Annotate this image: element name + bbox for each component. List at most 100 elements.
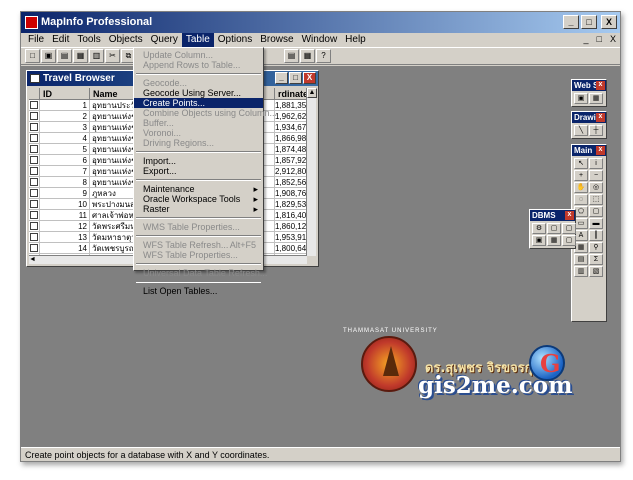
cell-coordinate-y[interactable]: 1,962,625.31 — [275, 111, 307, 121]
mdi-minimize-button[interactable]: _ — [584, 34, 589, 44]
cut-icon[interactable]: ✂ — [105, 49, 120, 63]
cell-id[interactable]: 9 — [40, 188, 90, 198]
row-select-checkbox[interactable] — [29, 100, 40, 110]
row-select-checkbox[interactable] — [29, 243, 40, 253]
cell-coordinate-y[interactable]: 1,800,644.21 — [275, 243, 307, 253]
show-statistics-icon[interactable]: ▧ — [589, 266, 603, 277]
title-bar[interactable]: MapInfo Professional _ □ X — [21, 12, 620, 33]
menu-table[interactable]: Table — [181, 33, 214, 47]
grabber-icon[interactable]: ✋ — [574, 182, 588, 193]
open-dbms-icon[interactable]: ▤ — [57, 49, 72, 63]
print-icon[interactable]: ▥ — [89, 49, 104, 63]
cell-id[interactable]: 13 — [40, 232, 90, 242]
connect-dbms-icon[interactable]: ⚙ — [532, 223, 546, 234]
row-select-checkbox[interactable] — [29, 210, 40, 220]
open-icon[interactable]: ▣ — [41, 49, 56, 63]
info-icon[interactable]: i — [589, 158, 603, 169]
cell-id[interactable]: 14 — [40, 243, 90, 253]
cell-coordinate-y[interactable]: 1,866,985.55 — [275, 133, 307, 143]
menu-item-oracle-workspace-tools[interactable]: Oracle Workspace Tools ▸ — [134, 194, 263, 204]
cell-coordinate-y[interactable]: 1,860,129.11 — [275, 221, 307, 231]
menu-query[interactable]: Query — [147, 33, 182, 47]
dbms-open-icon[interactable]: ▣ — [532, 235, 546, 246]
menu-item-import[interactable]: Import... — [134, 156, 263, 166]
ruler-icon[interactable]: ┃ — [589, 230, 603, 241]
cell-id[interactable]: 10 — [40, 199, 90, 209]
browser-maximize-button[interactable]: □ — [289, 72, 302, 84]
polyline-tool-icon[interactable]: ┼ — [589, 125, 603, 136]
hotlink-icon[interactable]: ⚲ — [589, 242, 603, 253]
row-select-checkbox[interactable] — [29, 221, 40, 231]
palette-close-icon[interactable]: x — [596, 146, 605, 155]
row-select-checkbox[interactable] — [29, 166, 40, 176]
menu-tools[interactable]: Tools — [73, 33, 104, 47]
wfs-icon[interactable]: ▦ — [589, 93, 603, 104]
palette-close-icon[interactable]: x — [596, 113, 605, 122]
scroll-up-icon[interactable]: ▲ — [307, 88, 317, 98]
cell-id[interactable]: 7 — [40, 166, 90, 176]
menu-item-maintenance[interactable]: Maintenance ▸ — [134, 184, 263, 194]
row-select-checkbox[interactable] — [29, 199, 40, 209]
cell-coordinate-y[interactable]: 1,816,408.44 — [275, 210, 307, 220]
menu-item-list-open-tables[interactable]: List Open Tables... — [134, 286, 263, 296]
menu-help[interactable]: Help — [341, 33, 370, 47]
palette-close-icon[interactable]: x — [565, 211, 574, 220]
cell-id[interactable]: 1 — [40, 100, 90, 110]
wms-icon[interactable]: ▣ — [574, 93, 588, 104]
cell-coordinate-y[interactable]: 1,857,921.9 — [275, 155, 307, 165]
zoom-in-icon[interactable]: + — [574, 170, 588, 181]
cell-coordinate-y[interactable]: 1,908,763.54 — [275, 188, 307, 198]
cell-id[interactable]: 2 — [40, 111, 90, 121]
mdi-restore-button[interactable]: □ — [597, 34, 602, 44]
row-select-checkbox[interactable] — [29, 111, 40, 121]
cell-id[interactable]: 5 — [40, 144, 90, 154]
radius-select-icon[interactable]: ◌ — [574, 194, 588, 205]
palette-close-icon[interactable]: x — [596, 81, 605, 90]
cell-coordinate-y[interactable]: 1,829,535.78 — [275, 199, 307, 209]
help-icon[interactable]: ? — [316, 49, 331, 63]
cell-coordinate-y[interactable]: 1,881,359.52 — [275, 100, 307, 110]
drag-map-icon[interactable]: ▦ — [574, 242, 588, 253]
row-select-checkbox[interactable] — [29, 232, 40, 242]
maximize-button[interactable]: □ — [581, 15, 597, 29]
menu-objects[interactable]: Objects — [105, 33, 147, 47]
row-select-checkbox[interactable] — [29, 188, 40, 198]
menu-item-export[interactable]: Export... — [134, 166, 263, 176]
mdi-close-button[interactable]: X — [610, 34, 616, 44]
legend-icon[interactable]: ▤ — [574, 254, 588, 265]
sum-icon[interactable]: Σ — [589, 254, 603, 265]
close-button[interactable]: X — [601, 15, 617, 29]
browser-close-button[interactable]: X — [303, 72, 316, 84]
marquee-select-icon[interactable]: ⬚ — [589, 194, 603, 205]
center-icon[interactable]: ◎ — [589, 182, 603, 193]
row-select-checkbox[interactable] — [29, 122, 40, 132]
dbms-save-icon[interactable]: ▦ — [547, 235, 561, 246]
cell-id[interactable]: 3 — [40, 122, 90, 132]
cell-id[interactable]: 6 — [40, 155, 90, 165]
cell-coordinate-y[interactable]: 1,953,911.3 — [275, 232, 307, 242]
row-select-checkbox[interactable] — [29, 144, 40, 154]
browser-minimize-button[interactable]: _ — [275, 72, 288, 84]
redistrict-icon[interactable]: ▦ — [300, 49, 315, 63]
invert-select-icon[interactable]: ▬ — [589, 218, 603, 229]
boundary-select-icon[interactable]: ▢ — [589, 206, 603, 217]
save-icon[interactable]: ▦ — [73, 49, 88, 63]
row-select-checkbox[interactable] — [29, 155, 40, 165]
dbms-unlink-icon[interactable]: ▢ — [562, 235, 576, 246]
cell-coordinate-y[interactable]: 1,874,485.01 — [275, 144, 307, 154]
menu-item-raster[interactable]: Raster ▸ — [134, 204, 263, 214]
cell-coordinate-y[interactable]: 1,852,569.96 — [275, 177, 307, 187]
cell-id[interactable]: 11 — [40, 210, 90, 220]
cell-id[interactable]: 12 — [40, 221, 90, 231]
minimize-button[interactable]: _ — [563, 15, 579, 29]
label-icon[interactable]: A — [574, 230, 588, 241]
zoom-out-icon[interactable]: − — [589, 170, 603, 181]
cell-id[interactable]: 8 — [40, 177, 90, 187]
menu-browse[interactable]: Browse — [256, 33, 297, 47]
browser-vertical-scrollbar[interactable]: ▲ — [306, 88, 317, 256]
layer-control-icon[interactable]: ▥ — [574, 266, 588, 277]
new-icon[interactable]: □ — [25, 49, 40, 63]
menu-item-create-points[interactable]: Create Points... — [134, 98, 263, 108]
menu-options[interactable]: Options — [214, 33, 256, 47]
cell-id[interactable]: 4 — [40, 133, 90, 143]
